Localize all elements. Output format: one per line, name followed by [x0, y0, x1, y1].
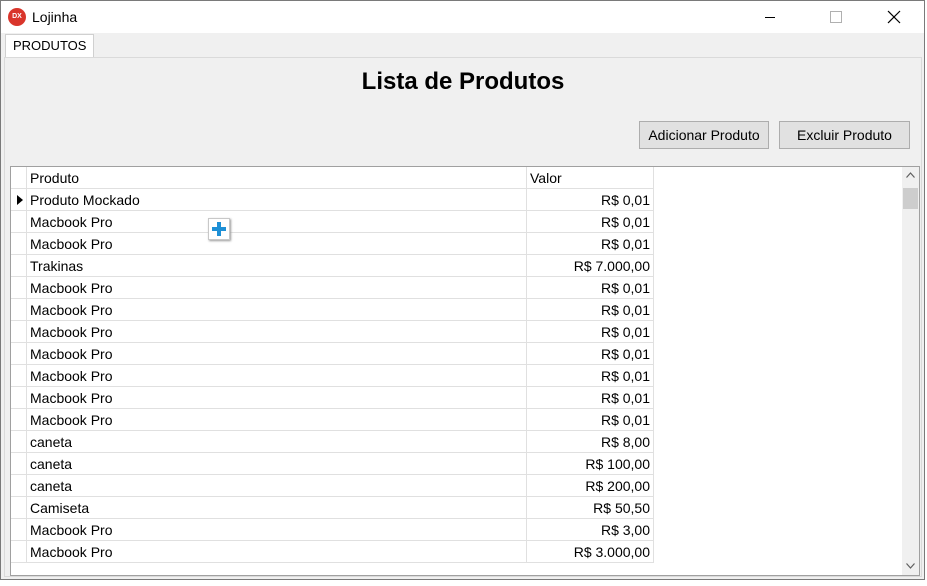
cell-valor[interactable]: R$ 3,00 [527, 519, 654, 541]
table-row[interactable]: Macbook Pro R$ 0,01 [11, 343, 654, 365]
cell-produto[interactable]: Macbook Pro [27, 299, 527, 321]
row-indicator-cell[interactable] [11, 387, 27, 409]
close-icon [887, 10, 901, 24]
table-row[interactable]: caneta R$ 8,00 [11, 431, 654, 453]
row-pointer-icon [17, 195, 23, 205]
cell-valor[interactable]: R$ 0,01 [527, 211, 654, 233]
table-row[interactable]: Macbook Pro R$ 0,01 [11, 299, 654, 321]
table-row[interactable]: Macbook Pro R$ 0,01 [11, 387, 654, 409]
cell-valor[interactable]: R$ 0,01 [527, 387, 654, 409]
add-product-button[interactable]: Adicionar Produto [639, 121, 769, 149]
cell-valor[interactable]: R$ 200,00 [527, 475, 654, 497]
row-indicator-cell[interactable] [11, 453, 27, 475]
app-icon: DX [8, 8, 26, 26]
delete-product-button[interactable]: Excluir Produto [779, 121, 910, 149]
table-row[interactable]: Macbook Pro R$ 0,01 [11, 277, 654, 299]
cell-produto[interactable]: caneta [27, 431, 527, 453]
row-indicator-cell[interactable] [11, 277, 27, 299]
cell-produto[interactable]: Macbook Pro [27, 519, 527, 541]
cell-valor[interactable]: R$ 100,00 [527, 453, 654, 475]
cell-produto[interactable]: Macbook Pro [27, 541, 527, 563]
table-row[interactable]: Macbook Pro R$ 0,01 [11, 233, 654, 255]
maximize-button[interactable] [813, 1, 859, 33]
table-row[interactable]: Trakinas R$ 7.000,00 [11, 255, 654, 277]
row-indicator-cell[interactable] [11, 255, 27, 277]
minimize-button[interactable] [747, 1, 793, 33]
close-button[interactable] [871, 1, 917, 33]
cell-valor[interactable]: R$ 50,50 [527, 497, 654, 519]
cell-valor[interactable]: R$ 0,01 [527, 277, 654, 299]
row-indicator-cell[interactable] [11, 519, 27, 541]
title-bar: DX Lojinha [1, 1, 924, 33]
cell-produto[interactable]: Macbook Pro [27, 321, 527, 343]
cell-valor[interactable]: R$ 0,01 [527, 299, 654, 321]
row-indicator-cell[interactable] [11, 233, 27, 255]
cell-produto[interactable]: Macbook Pro [27, 365, 527, 387]
row-indicator-cell[interactable] [11, 321, 27, 343]
tab-produtos[interactable]: PRODUTOS [5, 34, 95, 57]
chevron-down-icon[interactable] [902, 558, 919, 575]
cell-produto[interactable]: Trakinas [27, 255, 527, 277]
cell-produto[interactable]: caneta [27, 475, 527, 497]
row-indicator-cell[interactable] [11, 299, 27, 321]
scroll-thumb[interactable] [903, 188, 918, 209]
maximize-icon [830, 11, 842, 23]
row-indicator-cell[interactable] [11, 541, 27, 563]
cell-produto[interactable]: Camiseta [27, 497, 527, 519]
plus-icon [208, 218, 230, 240]
cell-produto[interactable]: Macbook Pro [27, 343, 527, 365]
tab-panel-produtos: Lista de Produtos Adicionar Produto Excl… [4, 57, 922, 577]
cell-valor[interactable]: R$ 0,01 [527, 343, 654, 365]
cell-valor[interactable]: R$ 3.000,00 [527, 541, 654, 563]
cell-produto[interactable]: Macbook Pro [27, 211, 527, 233]
table-row[interactable]: Macbook Pro R$ 3.000,00 [11, 541, 654, 563]
column-header-valor[interactable]: Valor [527, 167, 654, 189]
chevron-up-icon[interactable] [902, 167, 919, 184]
minimize-icon [765, 17, 775, 18]
table-row[interactable]: caneta R$ 200,00 [11, 475, 654, 497]
table-row[interactable]: Produto Mockado R$ 0,01 [11, 189, 654, 211]
row-indicator-cell[interactable] [11, 409, 27, 431]
cell-produto[interactable]: Macbook Pro [27, 387, 527, 409]
row-indicator-cell[interactable] [11, 431, 27, 453]
cell-produto[interactable]: Macbook Pro [27, 233, 527, 255]
cell-valor[interactable]: R$ 0,01 [527, 321, 654, 343]
cell-valor[interactable]: R$ 8,00 [527, 431, 654, 453]
table-row[interactable]: caneta R$ 100,00 [11, 453, 654, 475]
table-row[interactable]: Camiseta R$ 50,50 [11, 497, 654, 519]
row-indicator-cell[interactable] [11, 497, 27, 519]
window-title: Lojinha [32, 9, 78, 25]
cell-produto[interactable]: Macbook Pro [27, 409, 527, 431]
header-indicator-cell [11, 167, 27, 189]
table-row[interactable]: Macbook Pro R$ 0,01 [11, 409, 654, 431]
vertical-scrollbar[interactable] [902, 167, 919, 575]
grid-header: Produto Valor [11, 167, 654, 189]
cell-produto[interactable]: Produto Mockado [27, 189, 527, 211]
table-row[interactable]: Macbook Pro R$ 0,01 [11, 321, 654, 343]
page-title: Lista de Produtos [361, 68, 565, 95]
row-indicator-cell[interactable] [11, 211, 27, 233]
row-indicator-cell[interactable] [11, 475, 27, 497]
cell-produto[interactable]: Macbook Pro [27, 277, 527, 299]
products-grid[interactable]: Produto Valor Produto Mockado R$ 0,01 Macb… [10, 166, 920, 576]
table-row[interactable]: Macbook Pro R$ 0,01 [11, 211, 654, 233]
cell-produto[interactable]: caneta [27, 453, 527, 475]
cell-valor[interactable]: R$ 0,01 [527, 365, 654, 387]
row-indicator-cell[interactable] [11, 343, 27, 365]
cell-valor[interactable]: R$ 0,01 [527, 233, 654, 255]
cell-valor[interactable]: R$ 7.000,00 [527, 255, 654, 277]
row-indicator-cell[interactable] [11, 189, 27, 211]
table-row[interactable]: Macbook Pro R$ 3,00 [11, 519, 654, 541]
cell-valor[interactable]: R$ 0,01 [527, 189, 654, 211]
column-header-produto[interactable]: Produto [27, 167, 527, 189]
tab-strip: PRODUTOS [3, 34, 921, 58]
app-window: DX Lojinha PRODUTOS Lista de Produtos Ad… [0, 0, 925, 580]
row-indicator-cell[interactable] [11, 365, 27, 387]
table-row[interactable]: Macbook Pro R$ 0,01 [11, 365, 654, 387]
cell-valor[interactable]: R$ 0,01 [527, 409, 654, 431]
